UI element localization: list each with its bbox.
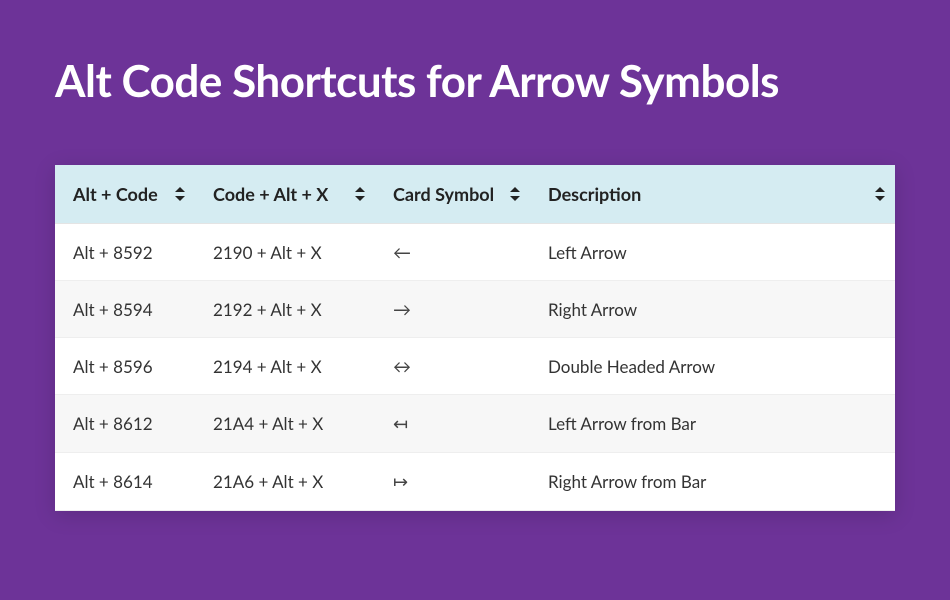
- alt-code-table: Alt + Code Code + Alt + X Card Symbol De…: [55, 165, 895, 511]
- cell-desc: Right Arrow from Bar: [530, 453, 895, 511]
- cell-alt: Alt + 8614: [55, 453, 195, 511]
- cell-desc: Right Arrow: [530, 281, 895, 338]
- col-header-label: Card Symbol: [393, 183, 494, 205]
- col-header-label: Alt + Code: [73, 183, 158, 205]
- table-header-row: Alt + Code Code + Alt + X Card Symbol De…: [55, 165, 895, 224]
- cell-hex: 2190 + Alt + X: [195, 224, 375, 281]
- col-header-description[interactable]: Description: [530, 165, 895, 224]
- col-header-label: Code + Alt + X: [213, 183, 328, 205]
- cell-alt: Alt + 8592: [55, 224, 195, 281]
- cell-sym: ←: [375, 224, 530, 281]
- cell-desc: Left Arrow from Bar: [530, 395, 895, 453]
- table-row: Alt + 85962194 + Alt + X↔Double Headed A…: [55, 338, 895, 395]
- cell-desc: Double Headed Arrow: [530, 338, 895, 395]
- cell-hex: 21A6 + Alt + X: [195, 453, 375, 511]
- cell-desc: Left Arrow: [530, 224, 895, 281]
- cell-hex: 21A4 + Alt + X: [195, 395, 375, 453]
- cell-sym: →: [375, 281, 530, 338]
- cell-alt: Alt + 8612: [55, 395, 195, 453]
- table-row: Alt + 861421A6 + Alt + X↦Right Arrow fro…: [55, 453, 895, 511]
- cell-sym: ↤: [375, 395, 530, 453]
- col-header-label: Description: [548, 183, 641, 205]
- col-header-code-alt-x[interactable]: Code + Alt + X: [195, 165, 375, 224]
- cell-hex: 2192 + Alt + X: [195, 281, 375, 338]
- cell-alt: Alt + 8596: [55, 338, 195, 395]
- cell-sym: ↦: [375, 453, 530, 511]
- cell-alt: Alt + 8594: [55, 281, 195, 338]
- col-header-card-symbol[interactable]: Card Symbol: [375, 165, 530, 224]
- sort-icon: [175, 187, 185, 201]
- page-title: Alt Code Shortcuts for Arrow Symbols: [55, 55, 895, 107]
- col-header-alt-code[interactable]: Alt + Code: [55, 165, 195, 224]
- sort-icon: [355, 187, 365, 201]
- table-row: Alt + 85922190 + Alt + X←Left Arrow: [55, 224, 895, 281]
- table-row: Alt + 85942192 + Alt + X→Right Arrow: [55, 281, 895, 338]
- sort-icon: [510, 187, 520, 201]
- cell-hex: 2194 + Alt + X: [195, 338, 375, 395]
- table-row: Alt + 861221A4 + Alt + X↤Left Arrow from…: [55, 395, 895, 453]
- cell-sym: ↔: [375, 338, 530, 395]
- sort-icon: [875, 187, 885, 201]
